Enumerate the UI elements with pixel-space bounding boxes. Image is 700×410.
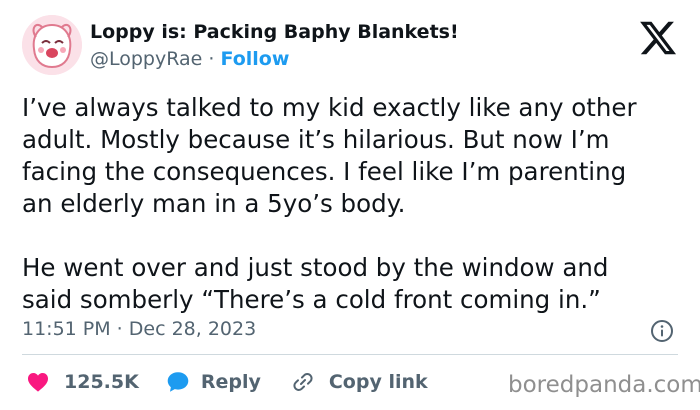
action-bar: 125.5K Reply Copy link — [22, 367, 428, 397]
follow-button[interactable]: Follow — [221, 48, 290, 70]
like-count: 125.5K — [64, 371, 139, 393]
handle[interactable]: @LoppyRae — [90, 48, 202, 70]
tweet-line: adult. Mostly because it’s hilarious. Bu… — [22, 125, 610, 154]
speech-bubble-icon — [167, 372, 189, 392]
info-icon[interactable] — [650, 319, 674, 343]
x-logo-icon[interactable] — [638, 18, 678, 58]
copy-link-button[interactable]: Copy link — [291, 370, 428, 394]
tweet-line: He went over and just stood by the windo… — [22, 253, 609, 282]
divider — [22, 354, 678, 355]
reply-label: Reply — [200, 371, 261, 393]
separator-dot: · — [208, 48, 215, 70]
handle-row: @LoppyRae · Follow — [90, 48, 289, 70]
copy-link-label: Copy link — [328, 371, 428, 393]
tweet-line: an elderly man in a 5yo’s body. — [22, 189, 406, 218]
like-button[interactable]: 125.5K — [26, 370, 139, 394]
cartoon-face-avatar-icon — [22, 15, 82, 75]
reply-button[interactable]: Reply — [165, 369, 261, 395]
tweet-line: I’ve always talked to my kid exactly lik… — [22, 93, 637, 122]
watermark: boredpanda.com — [508, 372, 700, 398]
tweet-line: facing the consequences. I feel like I’m… — [22, 157, 627, 186]
tweet-timestamp[interactable]: 11:51 PM · Dec 28, 2023 — [22, 318, 256, 340]
display-name[interactable]: Loppy is: Packing Baphy Blankets! — [90, 21, 459, 43]
tweet-line: said somberly “There’s a cold front comi… — [22, 285, 601, 314]
link-icon — [293, 373, 313, 391]
tweet-text: I’ve always talked to my kid exactly lik… — [22, 92, 692, 316]
avatar[interactable] — [22, 15, 82, 75]
heart-icon — [28, 373, 48, 392]
